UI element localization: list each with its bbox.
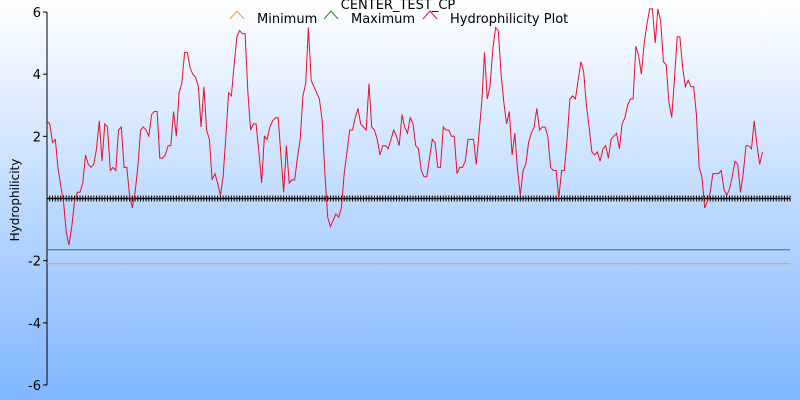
legend-label: Maximum: [351, 12, 415, 27]
y-tick-label: 6: [33, 6, 41, 21]
hydrophilicity-chart: CENTER_TEST_CP Minimum Maximum Hydrophilic…: [0, 0, 800, 400]
y-tick-label: -6: [28, 379, 41, 394]
chart-legend: Minimum Maximum Hydrophilicity Plot: [229, 10, 568, 27]
legend-label: Minimum: [257, 12, 317, 27]
y-axis-label: Hydrophilicity: [8, 159, 22, 242]
y-tick-label: -2: [28, 255, 41, 270]
legend-label: Hydrophilicity Plot: [450, 12, 568, 27]
y-tick-label: 4: [33, 68, 41, 83]
y-tick-label: 2: [33, 130, 41, 145]
y-tick-label: -4: [28, 317, 41, 332]
